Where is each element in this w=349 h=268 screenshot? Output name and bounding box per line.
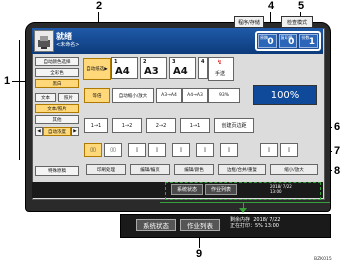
- staple-top-button[interactable]: ▯: [128, 143, 146, 157]
- zoomed-job-list-button[interactable]: 作业列表: [180, 219, 220, 231]
- text-photo-mode-button[interactable]: 文本/照片: [35, 104, 79, 113]
- figure-code: BZK015: [314, 257, 332, 262]
- simplex-button[interactable]: 1→1: [84, 118, 108, 133]
- highlight-bracket: [160, 202, 330, 203]
- status-area-highlight: [165, 182, 321, 200]
- tray-3-button[interactable]: 3 A4: [169, 57, 196, 79]
- preset-a4-a3-button[interactable]: A4→A3: [182, 88, 208, 103]
- sets-counter: 份数 1: [299, 34, 319, 48]
- tab-border-combine[interactable]: 边框/合并/重复: [218, 164, 266, 175]
- tab-reduce-enlarge[interactable]: 缩小/放大: [270, 164, 318, 175]
- copier-icon: [34, 30, 54, 52]
- copy-counter: 原稿 0 复印量 0 份数 1: [255, 31, 321, 51]
- combine-button[interactable]: 1→1: [180, 118, 210, 133]
- booklet-button[interactable]: ▯: [260, 143, 278, 157]
- tab-print-processing[interactable]: 印刷处理: [86, 164, 126, 175]
- down-arrow-icon: [239, 208, 247, 213]
- callout-8: 8: [334, 165, 341, 177]
- auto-paper-select-button[interactable]: 自动纸选▶: [83, 58, 111, 80]
- callout-2: 2: [96, 0, 103, 12]
- auto-reduce-enlarge-button[interactable]: 自动缩小/放大: [112, 88, 154, 103]
- current-ratio-display: 100%: [253, 85, 317, 105]
- photo-mode-button[interactable]: 照片: [58, 93, 79, 102]
- leader-bracket-1: [19, 40, 20, 160]
- check-modes-button[interactable]: 检查模式: [281, 16, 313, 28]
- originals-counter: 原稿 0: [258, 34, 277, 48]
- other-mode-button[interactable]: 其他: [35, 115, 79, 124]
- stack-button[interactable]: ▯▯: [104, 143, 122, 157]
- tray-2-button[interactable]: 2 A3: [140, 57, 167, 79]
- full-size-button[interactable]: 等倍: [84, 88, 110, 103]
- tab-edit-stamp[interactable]: 编辑/编页: [130, 164, 170, 175]
- program-store-button[interactable]: 程序/存储: [234, 16, 264, 28]
- zoomed-system-status-button[interactable]: 系统状态: [136, 219, 176, 231]
- full-color-button[interactable]: 全彩色: [35, 68, 79, 77]
- tray-4-button[interactable]: 4: [198, 57, 208, 79]
- callout-5: 5: [298, 0, 305, 12]
- punch-button[interactable]: ▯: [196, 143, 214, 157]
- staple-double-button[interactable]: ▯: [172, 143, 190, 157]
- callout-1: 1: [4, 75, 11, 87]
- special-original-button[interactable]: 特殊原稿: [35, 166, 79, 176]
- zoomed-status-text: 剩余内存 2018/ 7/22 正在打印：5% 13:00: [230, 217, 281, 229]
- program-name: <未命名>: [56, 42, 80, 48]
- text-mode-button[interactable]: 文本: [35, 93, 56, 102]
- callout-9: 9: [196, 248, 203, 260]
- copies-counter: 复印量 0: [278, 34, 298, 48]
- preset-93-button[interactable]: 93%: [208, 88, 240, 103]
- tray-1-button[interactable]: 1 A4: [111, 57, 138, 79]
- callout-4: 4: [268, 0, 275, 12]
- create-margin-button[interactable]: 创建页边距: [214, 118, 254, 133]
- staple-left-button[interactable]: ▯: [148, 143, 166, 157]
- sort-button[interactable]: ▯▯: [84, 143, 102, 157]
- auto-density-button[interactable]: 自动浓度: [43, 127, 71, 136]
- callout-7: 7: [334, 145, 341, 157]
- density-darker-button[interactable]: ▶: [71, 127, 79, 136]
- callout-6: 6: [334, 121, 341, 133]
- preset-a3-a4-button[interactable]: A3→A4: [156, 88, 182, 103]
- magazine-button[interactable]: ▯: [280, 143, 298, 157]
- one-to-two-sided-button[interactable]: 1→2: [112, 118, 142, 133]
- tab-edit-color[interactable]: 编辑/颜色: [174, 164, 214, 175]
- two-to-two-sided-button[interactable]: 2→2: [146, 118, 176, 133]
- auto-color-select-button[interactable]: 自动颜色选择: [35, 57, 79, 66]
- density-lighter-button[interactable]: ◀: [35, 127, 43, 136]
- fold-button[interactable]: ▯: [220, 143, 238, 157]
- black-white-button[interactable]: 黑白: [35, 79, 79, 88]
- bypass-icon: ↯: [217, 59, 223, 66]
- bypass-tray-button[interactable]: ↯ 手送: [208, 57, 234, 81]
